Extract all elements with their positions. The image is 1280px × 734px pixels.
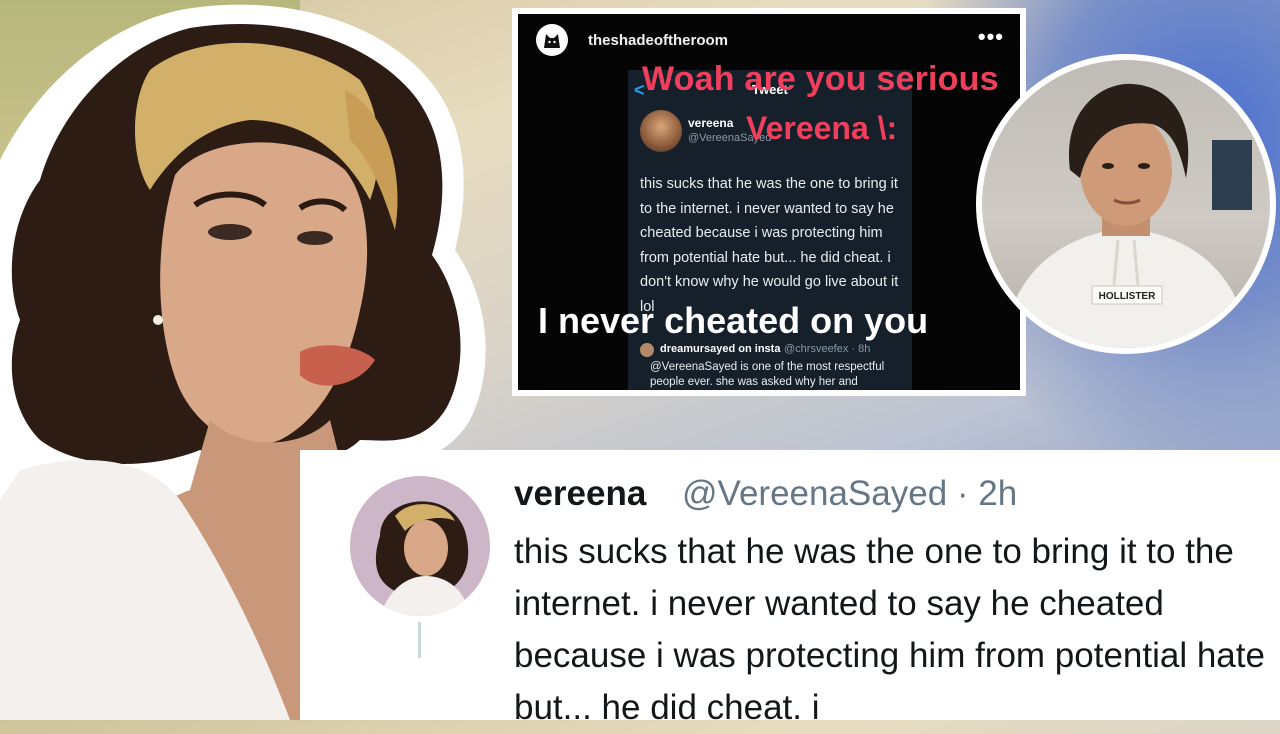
more-options-icon[interactable]: ••• [978, 24, 1004, 50]
tweet-card-name: vereena [514, 474, 647, 513]
tweet-avatar [640, 110, 682, 152]
reply-text: @VereenaSayed is one of the most respect… [650, 361, 885, 388]
tweet-card-avatar-image [350, 476, 490, 616]
tweet-card: vereena @VereenaSayed · 2h this sucks th… [300, 450, 1280, 727]
thread-line [418, 622, 421, 658]
boy-photo-frame: HOLLISTER [976, 54, 1276, 354]
cat-icon [544, 34, 560, 48]
instagram-post-content: theshadeoftheroom ••• < Tweet vereena @V… [518, 14, 1020, 390]
hoodie-logo-text: HOLLISTER [1099, 291, 1156, 302]
instagram-avatar[interactable] [536, 24, 568, 56]
overlay-caption: I never cheated on you [538, 300, 929, 341]
boy-portrait: HOLLISTER [1002, 83, 1252, 348]
reply-author-name: dreamursayed on insta [660, 343, 781, 355]
tweet-body: this sucks that he was the one to bring … [640, 176, 899, 315]
boy-photo: HOLLISTER [982, 60, 1270, 348]
reply-author-handle: @chrsveefex · 8h [784, 343, 871, 355]
tweet-card-avatar [350, 476, 490, 616]
instagram-username[interactable]: theshadeoftheroom [588, 32, 728, 49]
tweet-card-handle: @VereenaSayed · 2h [682, 474, 1018, 513]
tweet-author-name: vereena [688, 116, 734, 130]
tweet-card-text: this sucks that he was the one to bring … [514, 532, 1265, 727]
overlay-subtitle: Vereena \: [746, 110, 898, 146]
reply-avatar [640, 343, 654, 357]
instagram-header: theshadeoftheroom ••• [518, 14, 1020, 66]
instagram-post: theshadeoftheroom ••• < Tweet vereena @V… [512, 8, 1026, 396]
overlay-title: Woah are you serious [642, 60, 999, 98]
